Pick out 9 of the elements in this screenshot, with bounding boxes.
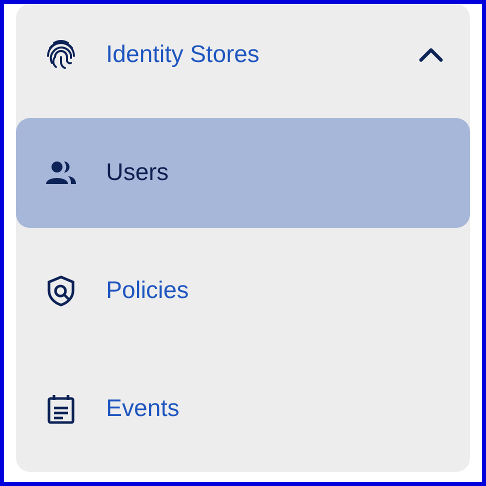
nav-item-label: Events <box>106 394 180 424</box>
nav-group-header[interactable]: Identity Stores <box>16 4 470 106</box>
fingerprint-icon <box>44 38 78 72</box>
nav-item[interactable]: Policies <box>16 236 470 346</box>
nav-item[interactable]: Events <box>16 354 470 464</box>
nav-item-label: Policies <box>106 276 189 306</box>
nav-group-label: Identity Stores <box>106 40 260 70</box>
nav-item-label: Users <box>106 158 169 188</box>
nav-item[interactable]: Users <box>16 118 470 228</box>
